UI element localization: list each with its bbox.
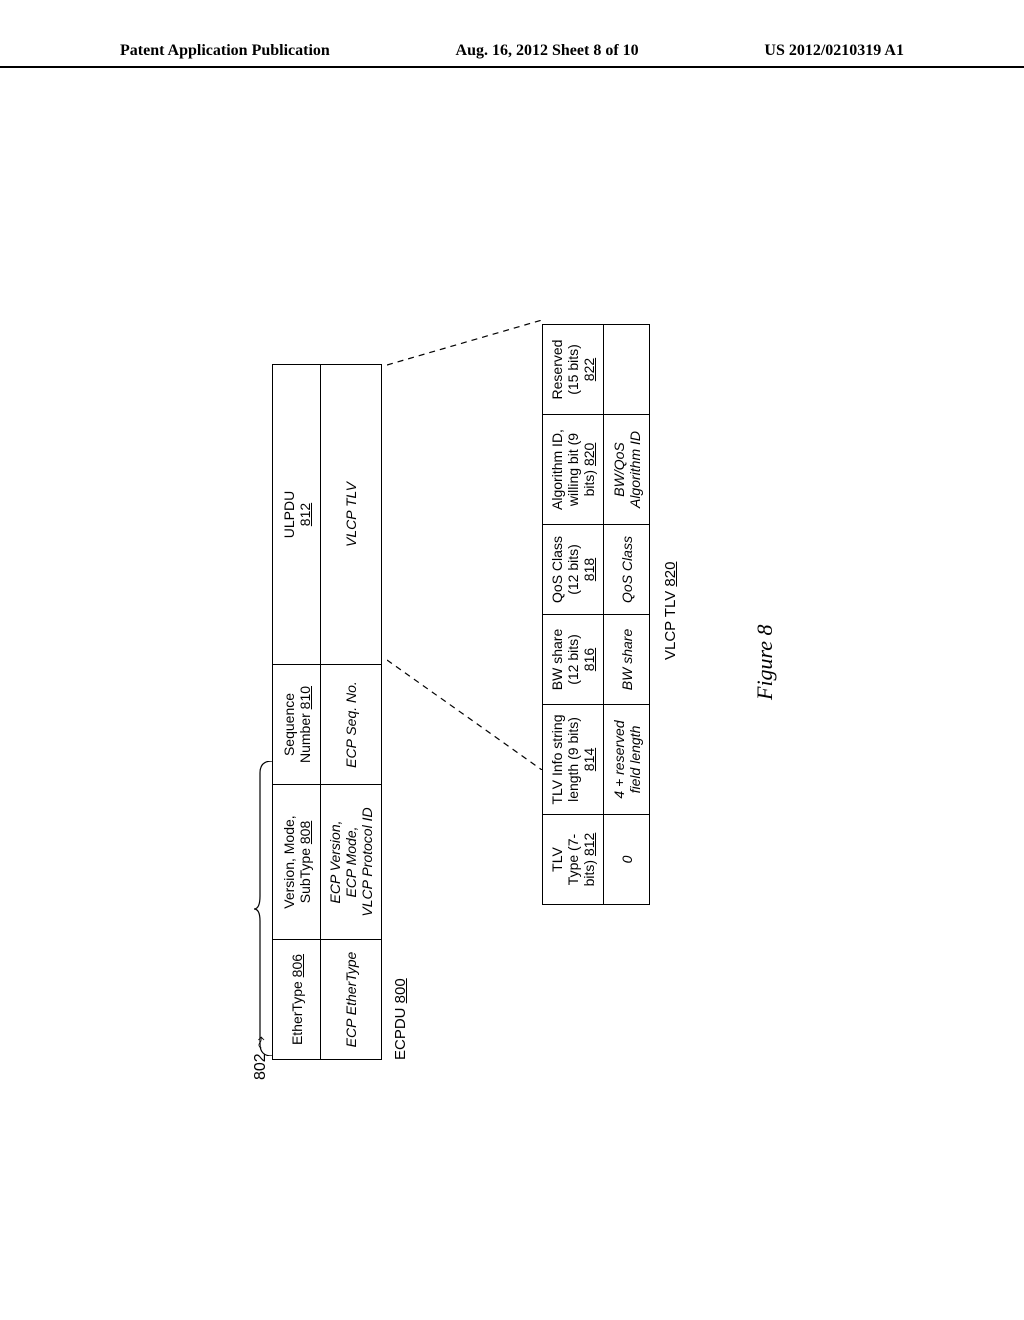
ecp-ethertype-header: EtherType 806 bbox=[273, 940, 321, 1060]
header-center: Aug. 16, 2012 Sheet 8 of 10 bbox=[456, 42, 639, 60]
connector-line-right bbox=[387, 320, 547, 620]
ecp-version-mode-header: Version, Mode,SubType 808 bbox=[273, 785, 321, 940]
figure-container-rotated: 802 ⤳ EtherType 806 Version, Mode,SubTyp… bbox=[162, 160, 862, 1160]
figure-caption: Figure 8 bbox=[752, 624, 778, 700]
table-row: EtherType 806 Version, Mode,SubType 808 … bbox=[273, 365, 321, 1060]
header-left: Patent Application Publication bbox=[120, 42, 330, 60]
tlv-reserved-value bbox=[604, 325, 650, 415]
ecpdu-label: ECPDU 800 bbox=[392, 978, 409, 1060]
tlv-qosclass-header: QoS Class(12 bits)818 bbox=[543, 525, 604, 615]
table-row: ECP EtherType ECP Version,ECP Mode,VLCP … bbox=[321, 365, 382, 1060]
ecp-ulpdu-header: ULPDU812 bbox=[273, 365, 321, 665]
connector-line-left bbox=[387, 330, 547, 770]
table-row: 0 4 + reservedfield length BW share QoS … bbox=[604, 325, 650, 905]
vlcp-tlv-table: TLVType (7-bits) 812 TLV Info stringleng… bbox=[542, 324, 650, 905]
tlv-type-value: 0 bbox=[604, 815, 650, 905]
tlv-qosclass-value: QoS Class bbox=[604, 525, 650, 615]
tlv-info-length-value: 4 + reservedfield length bbox=[604, 705, 650, 815]
ecp-version-mode-value: ECP Version,ECP Mode,VLCP Protocol ID bbox=[321, 785, 382, 940]
ecp-seq-value: ECP Seq. No. bbox=[321, 665, 382, 785]
tlv-reserved-header: Reserved(15 bits)822 bbox=[543, 325, 604, 415]
tlv-info-length-header: TLV Info stringlength (9 bits)814 bbox=[543, 705, 604, 815]
header-right: US 2012/0210319 A1 bbox=[764, 42, 904, 60]
ecp-ethertype-value: ECP EtherType bbox=[321, 940, 382, 1060]
page-header: Patent Application Publication Aug. 16, … bbox=[0, 42, 1024, 68]
vlcp-tlv-label: VLCP TLV 820 bbox=[662, 562, 679, 660]
figure-8-diagram: 802 ⤳ EtherType 806 Version, Mode,SubTyp… bbox=[162, 160, 862, 1160]
tlv-algid-header: Algorithm ID,willing bit (9bits) 820 bbox=[543, 415, 604, 525]
tlv-bwshare-header: BW share(12 bits)816 bbox=[543, 615, 604, 705]
ecp-vlcp-tlv-value: VLCP TLV bbox=[321, 365, 382, 665]
brace-icon bbox=[254, 761, 272, 1056]
table-row: TLVType (7-bits) 812 TLV Info stringleng… bbox=[543, 325, 604, 905]
tlv-type-header: TLVType (7-bits) 812 bbox=[543, 815, 604, 905]
ecp-sequence-header: SequenceNumber 810 bbox=[273, 665, 321, 785]
tlv-algid-value: BW/QoSAlgorithm ID bbox=[604, 415, 650, 525]
ecpdu-table: EtherType 806 Version, Mode,SubType 808 … bbox=[272, 364, 382, 1060]
tlv-bwshare-value: BW share bbox=[604, 615, 650, 705]
